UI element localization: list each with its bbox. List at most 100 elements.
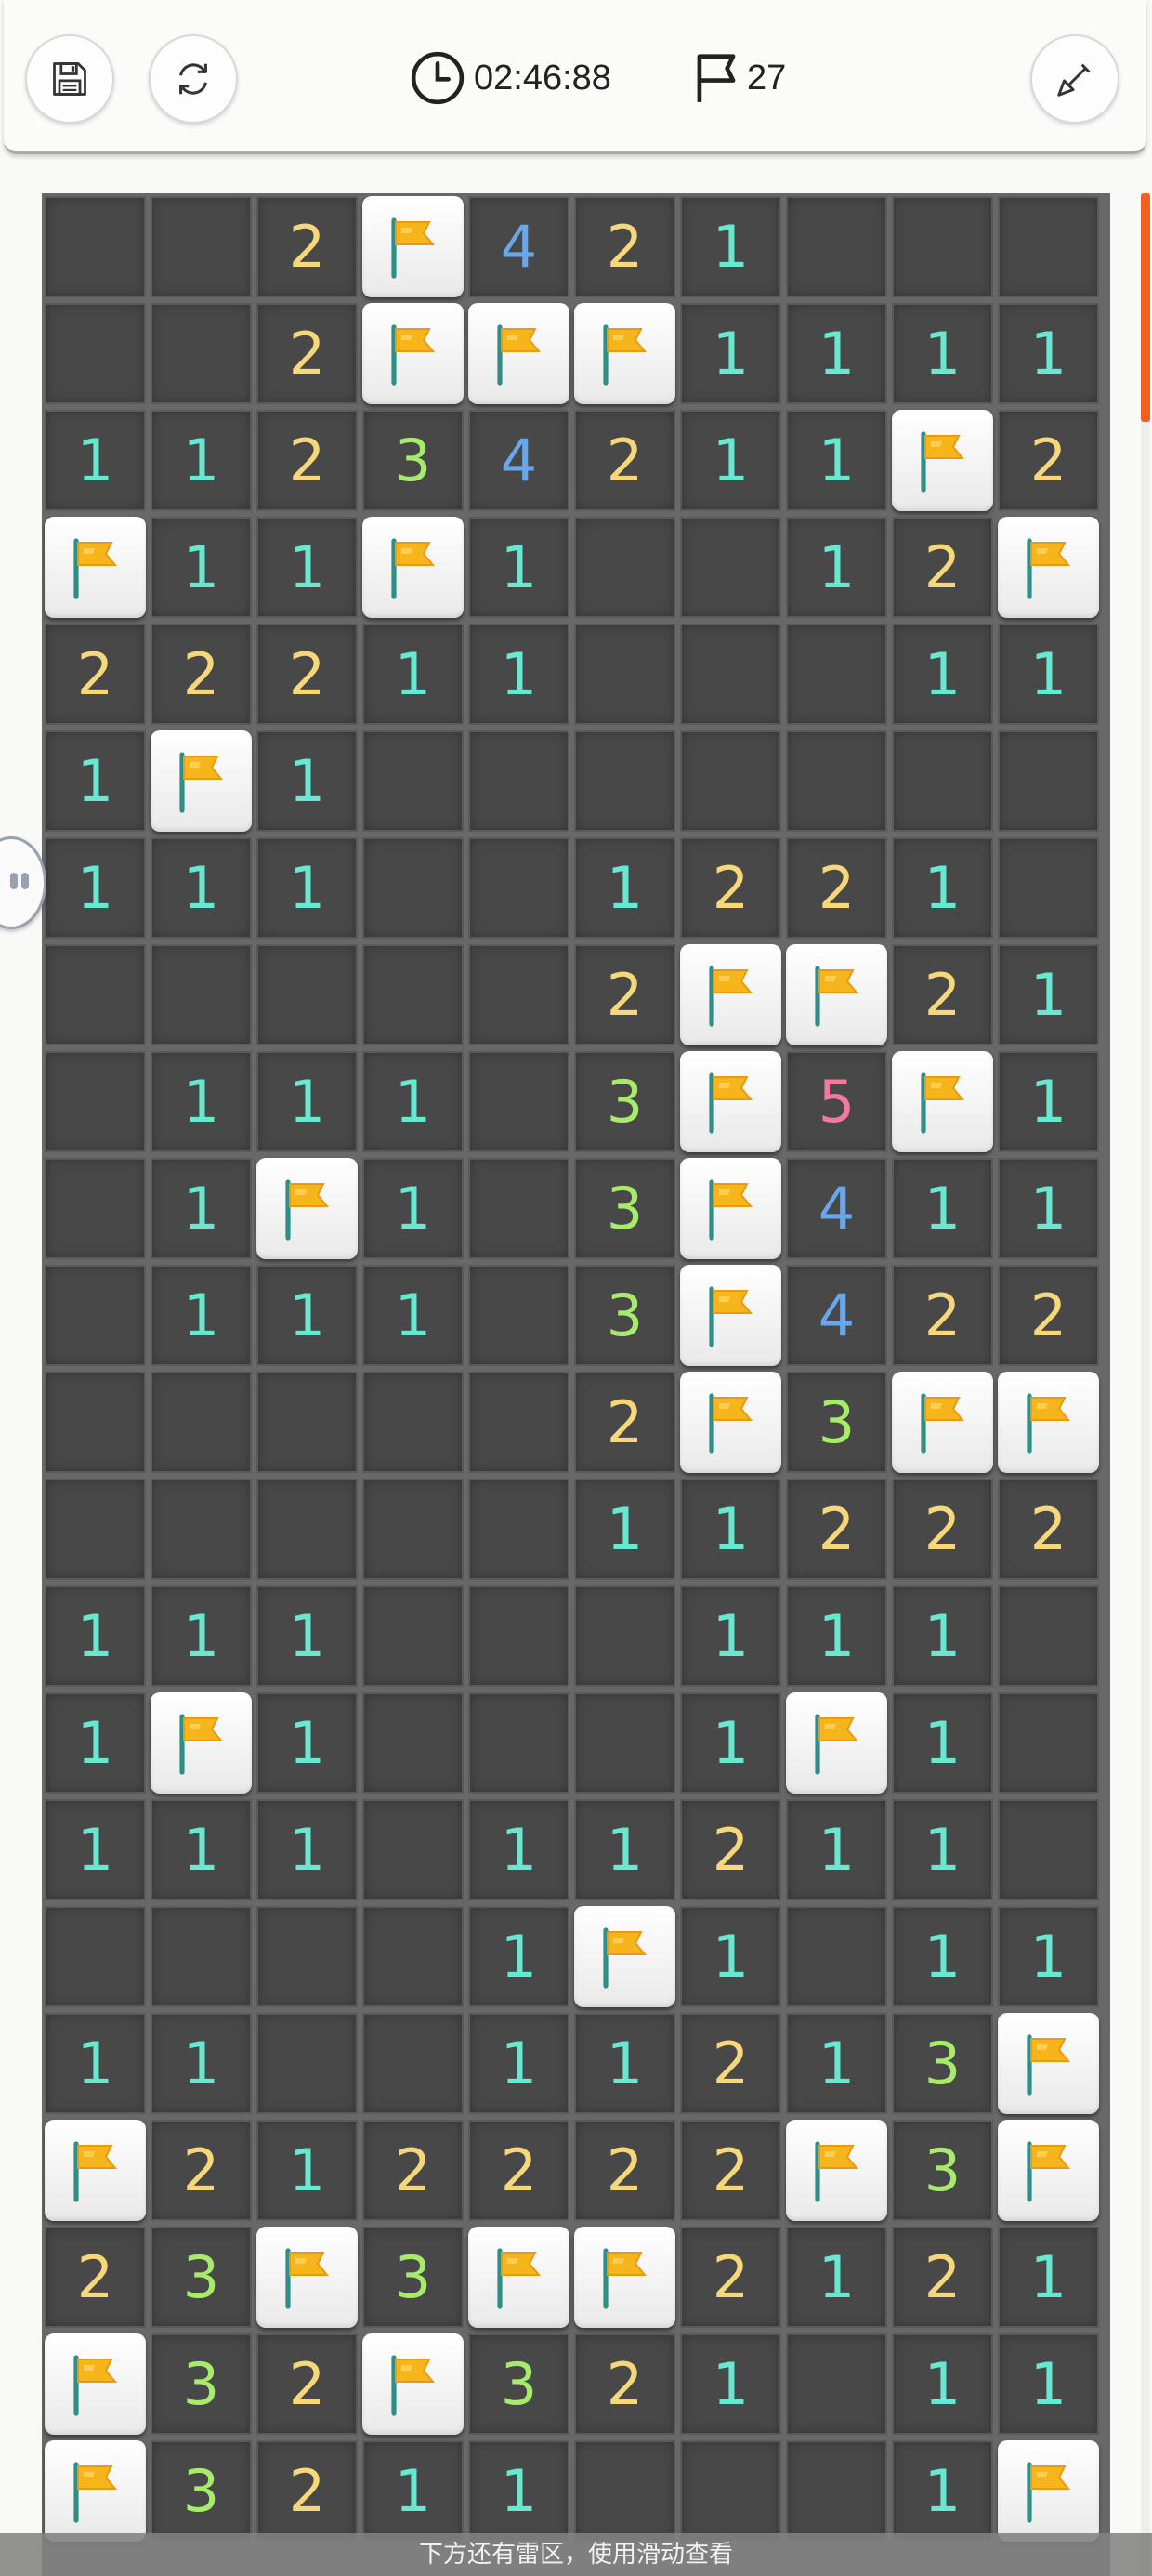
empty-cell[interactable] — [998, 730, 1099, 832]
number-cell[interactable]: 1 — [998, 303, 1099, 404]
number-cell[interactable]: 1 — [468, 1799, 569, 1900]
empty-cell[interactable] — [362, 2013, 464, 2114]
number-cell[interactable]: 2 — [680, 2013, 781, 2114]
number-cell[interactable]: 1 — [468, 624, 569, 725]
flagged-cell[interactable] — [680, 944, 781, 1045]
empty-cell[interactable] — [786, 1906, 887, 2007]
number-cell[interactable]: 2 — [680, 1799, 781, 1900]
empty-cell[interactable] — [574, 517, 675, 618]
number-cell[interactable]: 1 — [786, 410, 887, 511]
flagged-cell[interactable] — [892, 1051, 993, 1152]
empty-cell[interactable] — [468, 1692, 569, 1794]
number-cell[interactable]: 2 — [680, 2120, 781, 2221]
number-cell[interactable]: 2 — [574, 410, 675, 511]
empty-cell[interactable] — [786, 196, 887, 297]
empty-cell[interactable] — [45, 196, 146, 297]
empty-cell[interactable] — [680, 517, 781, 618]
scrollbar-thumb[interactable] — [1141, 193, 1150, 422]
number-cell[interactable]: 3 — [362, 410, 464, 511]
number-cell[interactable]: 1 — [680, 1479, 781, 1580]
number-cell[interactable]: 2 — [680, 837, 781, 939]
empty-cell[interactable] — [468, 837, 569, 939]
number-cell[interactable]: 3 — [151, 2227, 252, 2328]
number-cell[interactable]: 1 — [151, 1051, 252, 1152]
number-cell[interactable]: 1 — [256, 1051, 358, 1152]
flagged-cell[interactable] — [256, 1158, 358, 1259]
number-cell[interactable]: 2 — [256, 2440, 358, 2542]
number-cell[interactable]: 1 — [151, 1799, 252, 1900]
number-cell[interactable]: 1 — [468, 517, 569, 618]
number-cell[interactable]: 1 — [892, 1906, 993, 2007]
number-cell[interactable]: 1 — [256, 2120, 358, 2221]
number-cell[interactable]: 2 — [574, 1372, 675, 1473]
number-cell[interactable]: 1 — [256, 730, 358, 832]
number-cell[interactable]: 2 — [680, 2227, 781, 2328]
number-cell[interactable]: 2 — [574, 196, 675, 297]
number-cell[interactable]: 1 — [256, 517, 358, 618]
number-cell[interactable]: 2 — [151, 624, 252, 725]
empty-cell[interactable] — [468, 1265, 569, 1366]
number-cell[interactable]: 2 — [574, 2120, 675, 2221]
number-cell[interactable]: 1 — [468, 1906, 569, 2007]
number-cell[interactable]: 1 — [45, 1799, 146, 1900]
number-cell[interactable]: 1 — [256, 1585, 358, 1687]
number-cell[interactable]: 2 — [468, 2120, 569, 2221]
empty-cell[interactable] — [362, 1692, 464, 1794]
number-cell[interactable]: 1 — [680, 196, 781, 297]
number-cell[interactable]: 3 — [574, 1051, 675, 1152]
flagged-cell[interactable] — [786, 2120, 887, 2221]
empty-cell[interactable] — [468, 1051, 569, 1152]
number-cell[interactable]: 1 — [998, 2227, 1099, 2328]
number-cell[interactable]: 2 — [998, 1479, 1099, 1580]
empty-cell[interactable] — [468, 1585, 569, 1687]
number-cell[interactable]: 1 — [680, 1906, 781, 2007]
number-cell[interactable]: 2 — [45, 2227, 146, 2328]
number-cell[interactable]: 1 — [362, 1051, 464, 1152]
flagged-cell[interactable] — [45, 2333, 146, 2435]
number-cell[interactable]: 1 — [786, 1585, 887, 1687]
flagged-cell[interactable] — [362, 303, 464, 404]
number-cell[interactable]: 1 — [892, 837, 993, 939]
number-cell[interactable]: 1 — [468, 2440, 569, 2542]
number-cell[interactable]: 1 — [998, 944, 1099, 1045]
number-cell[interactable]: 1 — [362, 2440, 464, 2542]
number-cell[interactable]: 2 — [892, 1479, 993, 1580]
flagged-cell[interactable] — [786, 1692, 887, 1794]
flagged-cell[interactable] — [574, 303, 675, 404]
side-drag-handle[interactable] — [0, 836, 46, 929]
number-cell[interactable]: 2 — [892, 1265, 993, 1366]
number-cell[interactable]: 1 — [256, 1692, 358, 1794]
flagged-cell[interactable] — [45, 2120, 146, 2221]
empty-cell[interactable] — [362, 1372, 464, 1473]
number-cell[interactable]: 1 — [45, 730, 146, 832]
number-cell[interactable]: 1 — [574, 2013, 675, 2114]
empty-cell[interactable] — [362, 837, 464, 939]
number-cell[interactable]: 1 — [362, 1158, 464, 1259]
restart-button[interactable] — [149, 34, 238, 124]
flagged-cell[interactable] — [574, 2227, 675, 2328]
empty-cell[interactable] — [786, 2440, 887, 2542]
number-cell[interactable]: 1 — [362, 1265, 464, 1366]
number-cell[interactable]: 3 — [892, 2013, 993, 2114]
empty-cell[interactable] — [468, 1372, 569, 1473]
empty-cell[interactable] — [45, 1265, 146, 1366]
empty-cell[interactable] — [256, 1906, 358, 2007]
number-cell[interactable]: 1 — [151, 1158, 252, 1259]
number-cell[interactable]: 2 — [786, 837, 887, 939]
flagged-cell[interactable] — [680, 1051, 781, 1152]
number-cell[interactable]: 1 — [998, 2333, 1099, 2435]
scrollbar-track[interactable] — [1141, 193, 1150, 2576]
empty-cell[interactable] — [468, 730, 569, 832]
flagged-cell[interactable] — [468, 303, 569, 404]
number-cell[interactable]: 1 — [151, 410, 252, 511]
number-cell[interactable]: 2 — [892, 517, 993, 618]
number-cell[interactable]: 3 — [151, 2333, 252, 2435]
empty-cell[interactable] — [151, 1372, 252, 1473]
number-cell[interactable]: 1 — [998, 1906, 1099, 2007]
number-cell[interactable]: 1 — [45, 1585, 146, 1687]
empty-cell[interactable] — [362, 944, 464, 1045]
empty-cell[interactable] — [892, 730, 993, 832]
number-cell[interactable]: 1 — [680, 303, 781, 404]
number-cell[interactable]: 1 — [786, 2227, 887, 2328]
empty-cell[interactable] — [151, 944, 252, 1045]
